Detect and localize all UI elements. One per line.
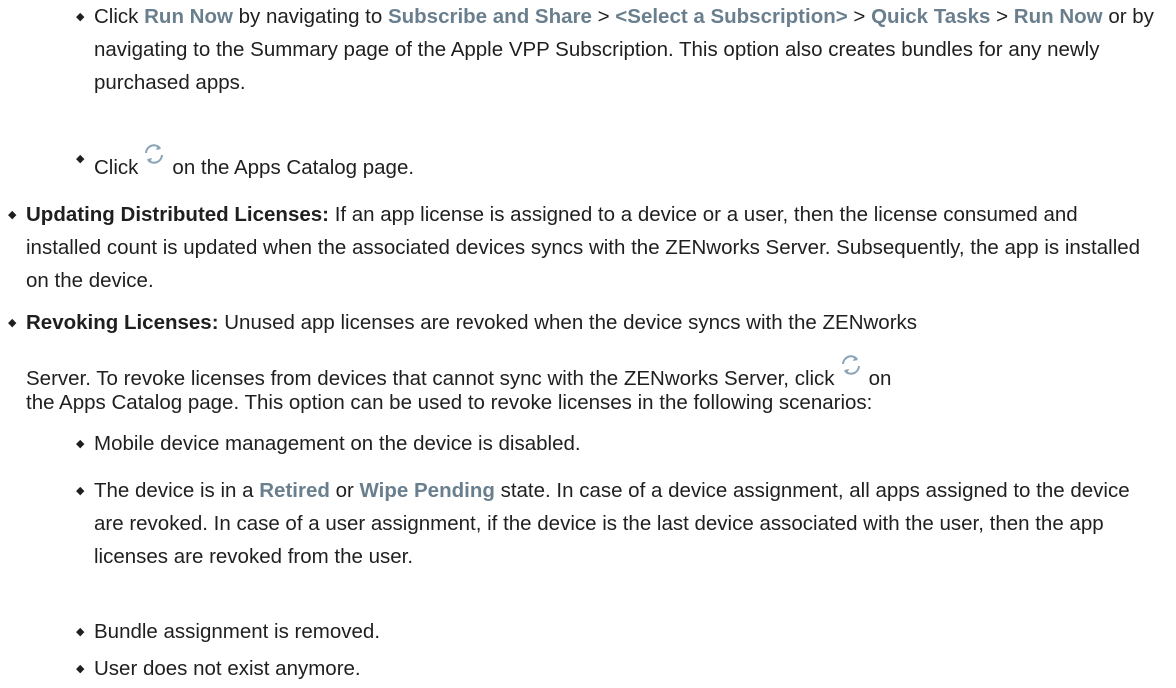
bullet-icon: ◆ — [76, 11, 85, 23]
scenario-bundle: Bundle assignment is removed. — [94, 615, 1164, 648]
or-text: or — [335, 479, 354, 502]
bullet-icon: ◆ — [76, 153, 85, 165]
bullet-icon: ◆ — [76, 663, 85, 675]
list-item-updating: Updating Distributed Licenses: If an app… — [26, 198, 1156, 297]
quick-tasks-link: Quick Tasks — [871, 5, 991, 28]
navigating-text: by navigating to — [238, 5, 383, 28]
subscribe-share-link: Subscribe and Share — [387, 5, 592, 28]
bullet-icon: ◆ — [76, 626, 85, 638]
bullet-icon: ◆ — [8, 209, 17, 221]
scenario-bundle-text: Bundle assignment is removed. — [94, 620, 381, 643]
run-now-link: Run Now — [144, 5, 233, 28]
scenario-mdm-text: Mobile device management on the device i… — [94, 432, 581, 455]
list-item-run-now: Click Run Now by navigating to Subscribe… — [94, 0, 1164, 99]
scenario-user: User does not exist anymore. — [94, 652, 1164, 685]
scenario-state: The device is in a Retired or Wipe Pendi… — [94, 474, 1154, 573]
refresh-icon — [145, 144, 164, 164]
scenario-user-text: User does not exist anymore. — [94, 657, 361, 680]
revoking-text-1: Unused app licenses are revoked when the… — [224, 311, 918, 334]
retired-label: Retired — [259, 479, 330, 502]
bullet-icon: ◆ — [76, 438, 85, 450]
click-text: Click — [94, 156, 139, 179]
revoking-term: Revoking Licenses: — [26, 311, 219, 334]
scenario-mdm: Mobile device management on the device i… — [94, 427, 1164, 460]
run-now-link-2: Run Now — [1013, 5, 1103, 28]
click-icon-rest: on the Apps Catalog page. — [172, 156, 415, 179]
separator: > — [853, 5, 866, 28]
revoking-line-3: the Apps Catalog page. This option can b… — [26, 386, 1166, 419]
separator: > — [597, 5, 610, 28]
click-text: Click — [94, 5, 139, 28]
bullet-icon: ◆ — [8, 317, 17, 329]
separator: > — [996, 5, 1009, 28]
bullet-icon: ◆ — [76, 485, 85, 497]
state-pre-text: The device is in a — [94, 479, 254, 502]
list-item-click-icon: Click on the Apps Catalog page. — [94, 142, 1164, 184]
revoking-text-4: the Apps Catalog page. This option can b… — [26, 391, 873, 414]
list-item-revoking: Revoking Licenses: Unused app licenses a… — [26, 306, 1166, 339]
select-subscription-link: <Select a Subscription> — [615, 5, 848, 28]
wipe-pending-label: Wipe Pending — [359, 479, 495, 502]
refresh-icon — [841, 355, 860, 375]
updating-term: Updating Distributed Licenses: — [26, 203, 329, 226]
